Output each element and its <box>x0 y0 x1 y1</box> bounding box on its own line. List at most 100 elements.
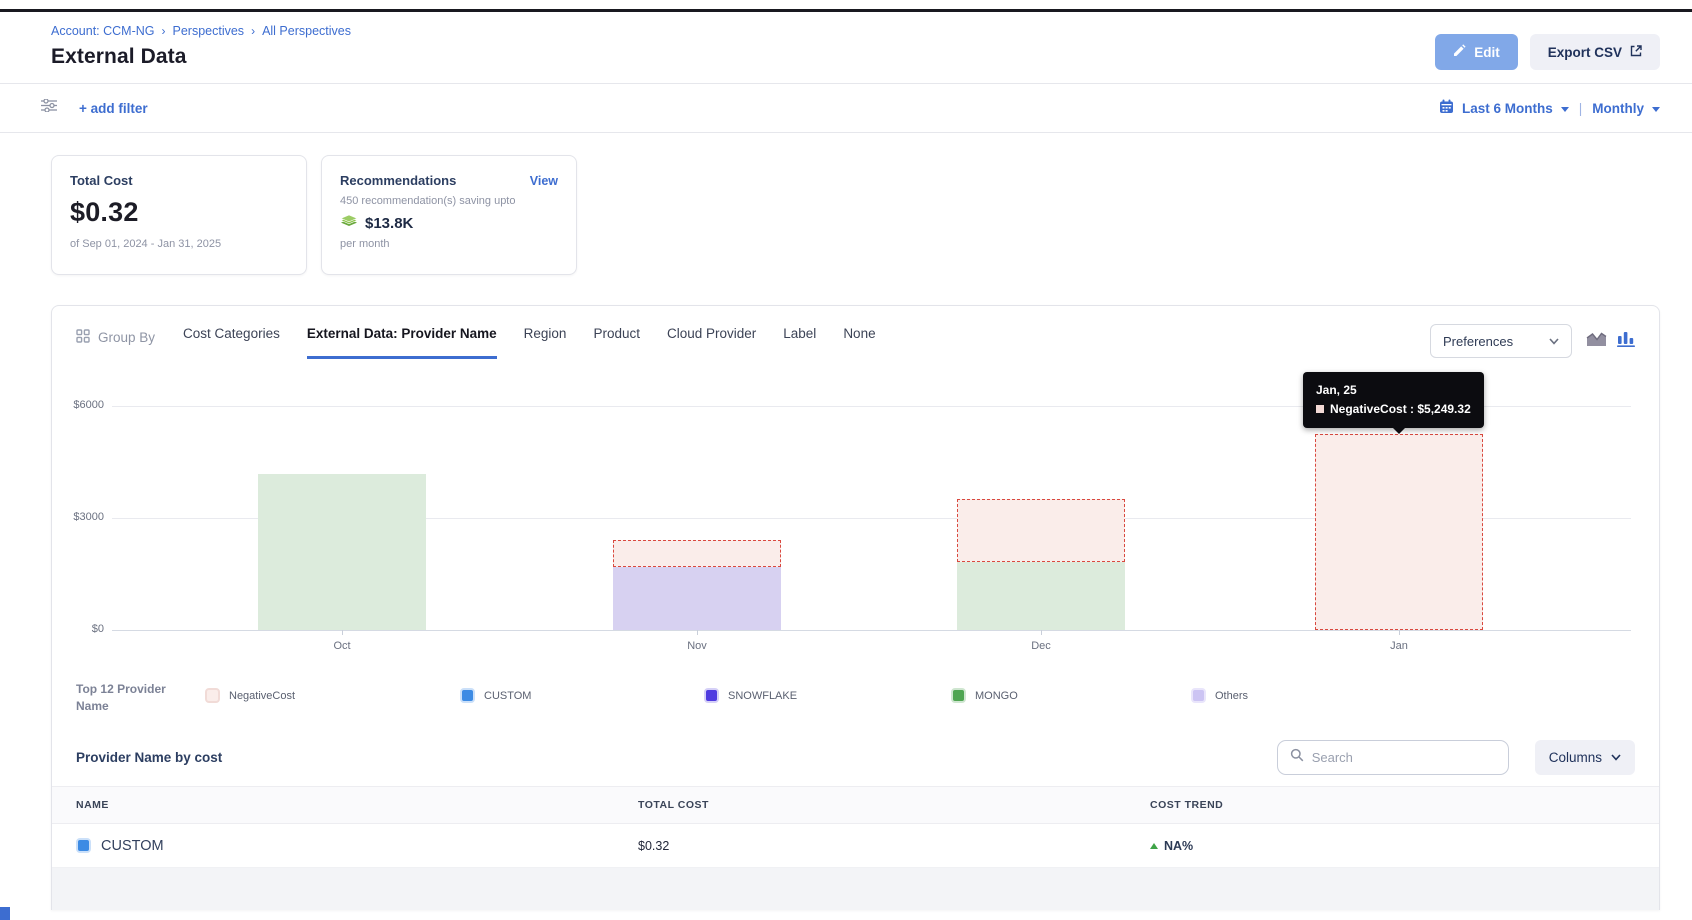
view-recommendations-link[interactable]: View <box>530 174 558 188</box>
filter-divider: | <box>1577 101 1585 116</box>
x-axis-tick <box>1041 630 1042 635</box>
tab-region[interactable]: Region <box>524 326 567 359</box>
table-header-row: NAMETOTAL COSTCOST TREND <box>52 786 1659 824</box>
column-header-total-cost[interactable]: TOTAL COST <box>638 799 1150 811</box>
breadcrumb: Account: CCM-NG › Perspectives › All Perspec… <box>51 24 1660 38</box>
bar-nov-snowflake[interactable] <box>613 567 781 630</box>
column-header-cost-trend[interactable]: COST TREND <box>1150 799 1659 811</box>
legend-label: MONGO <box>975 690 1018 702</box>
legend-swatch <box>205 688 220 703</box>
table-title: Provider Name by cost <box>76 750 222 765</box>
add-filter-button[interactable]: + add filter <box>79 101 148 116</box>
total-cost-value: $0.32 <box>70 197 288 228</box>
cell-cost-trend: NA% <box>1150 839 1659 853</box>
total-cost-period: of Sep 01, 2024 - Jan 31, 2025 <box>70 238 288 250</box>
trend-value: NA% <box>1164 839 1193 853</box>
chevron-down-icon[interactable] <box>1561 107 1569 112</box>
gridline <box>112 630 1631 631</box>
y-axis-label: $6000 <box>52 399 104 411</box>
legend-item-snowflake[interactable]: SNOWFLAKE <box>704 688 797 703</box>
bar-nov-negativecost[interactable] <box>613 540 781 567</box>
edit-button[interactable]: Edit <box>1435 34 1518 70</box>
bar-chart-icon[interactable] <box>1617 330 1635 352</box>
breadcrumb-item[interactable]: All Perspectives <box>262 24 351 38</box>
preferences-dropdown[interactable]: Preferences <box>1430 324 1572 358</box>
perspective-card: Group By Cost Categories External Data: P… <box>51 305 1660 910</box>
bar-dec-negativecost[interactable] <box>957 499 1125 561</box>
legend-item-custom[interactable]: CUSTOM <box>460 688 531 703</box>
x-axis-label: Nov <box>687 640 707 652</box>
tab-cloud-provider[interactable]: Cloud Provider <box>667 326 756 359</box>
filter-sliders-icon[interactable] <box>41 99 57 117</box>
search-input[interactable] <box>1312 750 1496 765</box>
breadcrumb-item[interactable]: Perspectives <box>173 24 245 38</box>
x-axis-tick <box>697 630 698 635</box>
total-cost-card: Total Cost $0.32 of Sep 01, 2024 - Jan 3… <box>51 155 307 275</box>
granularity-dropdown[interactable]: Monthly <box>1592 101 1644 116</box>
savings-value: $13.8K <box>365 215 413 232</box>
table-row-partial[interactable] <box>52 868 1659 910</box>
tab-none[interactable]: None <box>843 326 875 359</box>
window-margin <box>0 0 1692 9</box>
tab-product[interactable]: Product <box>593 326 640 359</box>
tooltip-series: NegativeCost : $5,249.32 <box>1316 400 1471 419</box>
legend-item-mongo[interactable]: MONGO <box>951 688 1018 703</box>
recommendations-title: Recommendations <box>340 173 456 188</box>
chevron-down-icon <box>1549 338 1559 345</box>
tab-label[interactable]: Label <box>783 326 816 359</box>
breadcrumb-separator: › <box>251 24 255 38</box>
group-by-label: Group By <box>98 330 155 345</box>
column-header-name[interactable]: NAME <box>76 799 638 811</box>
tooltip-series-swatch <box>1316 405 1324 413</box>
search-icon <box>1290 748 1304 767</box>
breadcrumb-item[interactable]: Account: CCM-NG <box>51 24 155 38</box>
legend-swatch <box>460 688 475 703</box>
provider-name: CUSTOM <box>101 838 164 854</box>
x-axis-label: Oct <box>333 640 350 652</box>
chart-legend: Top 12 Provider Name NegativeCost CUSTOM S… <box>52 678 1659 726</box>
legend-label: SNOWFLAKE <box>728 690 797 702</box>
bar-jan-negativecost[interactable] <box>1315 434 1483 630</box>
bar-dec-mongo[interactable] <box>957 562 1125 630</box>
cost-bar-chart: $6000$3000$0OctNovDecJanJan, 25NegativeC… <box>52 372 1659 678</box>
tooltip-title: Jan, 25 <box>1316 381 1471 400</box>
chevron-down-icon[interactable] <box>1652 107 1660 112</box>
x-axis-tick <box>1399 630 1400 635</box>
legend-title: Top 12 Provider Name <box>76 681 188 716</box>
x-axis-label: Jan <box>1390 640 1408 652</box>
area-chart-icon[interactable] <box>1586 331 1607 352</box>
tab-external-data-provider-name[interactable]: External Data: Provider Name <box>307 326 497 359</box>
nav-edge-accent <box>0 907 10 920</box>
bar-oct-mongo[interactable] <box>258 474 426 630</box>
table-search[interactable] <box>1277 740 1509 775</box>
columns-button[interactable]: Columns <box>1535 740 1635 775</box>
group-by-tabs: Cost Categories External Data: Provider N… <box>183 326 876 359</box>
calendar-icon <box>1439 99 1454 117</box>
total-cost-title: Total Cost <box>70 173 288 188</box>
x-axis-tick <box>342 630 343 635</box>
y-axis-label: $3000 <box>52 511 104 523</box>
legend-item-negativecost[interactable]: NegativeCost <box>205 688 295 703</box>
table-row[interactable]: CUSTOM $0.32 NA% <box>52 824 1659 868</box>
cell-total-cost: $0.32 <box>638 839 1150 853</box>
trend-up-icon <box>1150 843 1158 849</box>
table-toolbar: Provider Name by cost Columns <box>52 728 1659 786</box>
time-range-dropdown[interactable]: Last 6 Months <box>1462 101 1553 116</box>
external-link-icon <box>1630 45 1642 60</box>
tooltip-series-value: NegativeCost : $5,249.32 <box>1330 400 1471 419</box>
legend-swatch <box>1191 688 1206 703</box>
export-csv-button[interactable]: Export CSV <box>1530 34 1660 70</box>
savings-frequency: per month <box>340 238 558 250</box>
legend-item-others[interactable]: Others <box>1191 688 1248 703</box>
grid-icon <box>76 329 90 346</box>
filter-bar: + add filter Last 6 Months | Monthly <box>0 84 1692 132</box>
breadcrumb-separator: › <box>162 24 166 38</box>
group-by-row: Group By Cost Categories External Data: P… <box>52 306 1659 370</box>
tab-cost-categories[interactable]: Cost Categories <box>183 326 280 359</box>
header-actions: Edit Export CSV <box>1435 34 1660 70</box>
tooltip-caret <box>1392 427 1406 434</box>
page-title: External Data <box>51 45 1660 69</box>
chevron-down-icon <box>1611 754 1621 761</box>
legend-swatch <box>704 688 719 703</box>
recommendations-description: 450 recommendation(s) saving upto <box>340 195 558 207</box>
